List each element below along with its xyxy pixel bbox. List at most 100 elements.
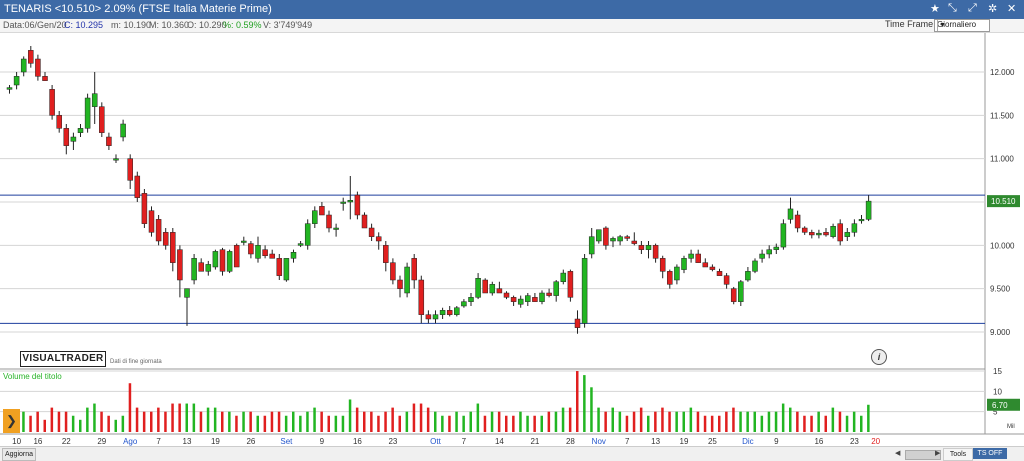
price-chart[interactable]: 12.00011.50011.00010.50010.0009.5009.000… bbox=[0, 0, 1024, 460]
candle-body bbox=[347, 200, 354, 203]
volume-bar bbox=[803, 415, 806, 432]
volume-bar bbox=[554, 411, 558, 432]
time-axis-label: 7 bbox=[462, 437, 467, 446]
time-axis-label: 7 bbox=[156, 437, 161, 446]
volume-bar bbox=[540, 415, 543, 432]
candle-body bbox=[553, 281, 559, 296]
volume-bar bbox=[64, 411, 68, 432]
volume-bar bbox=[455, 411, 458, 432]
candle-body bbox=[759, 253, 765, 259]
volume-bar bbox=[419, 403, 423, 432]
volume-bar bbox=[597, 407, 600, 432]
candle-body bbox=[489, 284, 496, 294]
volume-bar bbox=[114, 419, 117, 432]
candle-body bbox=[70, 136, 77, 142]
price-tick-label: 9.500 bbox=[990, 285, 1011, 294]
volume-bar bbox=[831, 407, 835, 432]
volume-bar bbox=[654, 411, 657, 432]
candle-body bbox=[631, 240, 638, 244]
last-volume-label: 6.70 bbox=[992, 401, 1008, 410]
volume-bar bbox=[689, 407, 693, 432]
volume-bar bbox=[611, 407, 614, 432]
candle-body bbox=[546, 292, 552, 296]
volume-bar bbox=[604, 411, 607, 432]
candle-body bbox=[177, 249, 183, 281]
candle-body bbox=[418, 279, 425, 315]
candle-body bbox=[326, 214, 332, 229]
mil-unit-label: Mil bbox=[1007, 424, 1015, 430]
time-axis-label: Dic bbox=[742, 437, 754, 446]
volume-label: Volume del titolo bbox=[3, 372, 62, 381]
volume-bar bbox=[845, 415, 849, 432]
volume-bar bbox=[235, 415, 238, 432]
candle-body bbox=[290, 252, 297, 259]
candle-body bbox=[688, 253, 694, 259]
volume-bar bbox=[476, 403, 480, 432]
volume-bar bbox=[426, 407, 430, 432]
volume-bar bbox=[29, 415, 32, 432]
volume-bar bbox=[753, 411, 756, 432]
volume-bar bbox=[867, 404, 870, 432]
candle-body bbox=[162, 232, 169, 246]
candle-body bbox=[517, 298, 524, 305]
ts-off-button[interactable]: TS OFF bbox=[973, 448, 1007, 459]
candle-body bbox=[468, 297, 474, 302]
volume-tick-label: 15 bbox=[993, 367, 1002, 376]
candle-body bbox=[446, 310, 453, 315]
candle-body bbox=[617, 236, 623, 242]
time-axis-label: 16 bbox=[353, 437, 362, 446]
candle-body bbox=[141, 193, 148, 224]
candle-body bbox=[738, 281, 744, 302]
candle-body bbox=[63, 128, 70, 146]
volume-bar bbox=[50, 407, 54, 432]
volume-bar bbox=[533, 415, 536, 432]
volume-bar bbox=[710, 415, 714, 432]
volume-bar bbox=[526, 415, 529, 432]
candle-body bbox=[581, 258, 588, 324]
volume-bar bbox=[725, 411, 728, 432]
volume-bar bbox=[327, 415, 330, 432]
candle-body bbox=[397, 279, 403, 289]
volume-bar bbox=[178, 403, 181, 432]
info-icon[interactable]: i bbox=[871, 349, 887, 365]
volume-bar bbox=[448, 415, 451, 432]
volume-bar bbox=[93, 403, 96, 432]
candle-body bbox=[77, 128, 84, 133]
volume-bar bbox=[632, 411, 636, 432]
volume-bar bbox=[561, 407, 565, 432]
candle-body bbox=[865, 200, 872, 220]
volume-bar bbox=[320, 411, 323, 432]
volume-bar bbox=[817, 411, 820, 432]
candle-body bbox=[794, 214, 801, 229]
price-panel-bg bbox=[0, 33, 985, 369]
candle-body bbox=[461, 301, 467, 307]
tools-button[interactable]: Tools bbox=[943, 448, 973, 461]
volume-bar bbox=[625, 415, 629, 432]
candle-body bbox=[35, 58, 41, 77]
scroll-left-icon[interactable]: ◀ bbox=[895, 449, 900, 457]
volume-bar bbox=[639, 407, 643, 432]
visualtrader-logo: VISUALTRADER bbox=[20, 351, 106, 367]
time-axis-label: 29 bbox=[97, 437, 106, 446]
time-axis-label: 28 bbox=[566, 437, 575, 446]
price-tick-label: 9.000 bbox=[990, 328, 1011, 337]
candle-body bbox=[390, 262, 396, 281]
candle-body bbox=[113, 158, 119, 161]
volume-bar bbox=[590, 387, 593, 432]
candle-body bbox=[858, 219, 865, 222]
time-axis-label: 16 bbox=[33, 437, 42, 446]
volume-bar bbox=[760, 415, 764, 432]
candle-body bbox=[297, 243, 304, 246]
scroll-right-small-icon[interactable]: ▶ bbox=[935, 449, 940, 457]
refresh-button[interactable]: Aggiorna bbox=[2, 448, 36, 461]
volume-bar bbox=[22, 411, 25, 432]
time-axis-label: 16 bbox=[814, 437, 823, 446]
time-axis-label: 19 bbox=[211, 437, 220, 446]
candle-body bbox=[127, 158, 133, 181]
candle-body bbox=[368, 227, 375, 237]
volume-bar bbox=[348, 399, 352, 432]
candle-body bbox=[596, 229, 602, 242]
candle-body bbox=[475, 278, 481, 298]
scroll-right-icon[interactable]: ❯ bbox=[3, 409, 20, 433]
candle-body bbox=[212, 251, 219, 268]
